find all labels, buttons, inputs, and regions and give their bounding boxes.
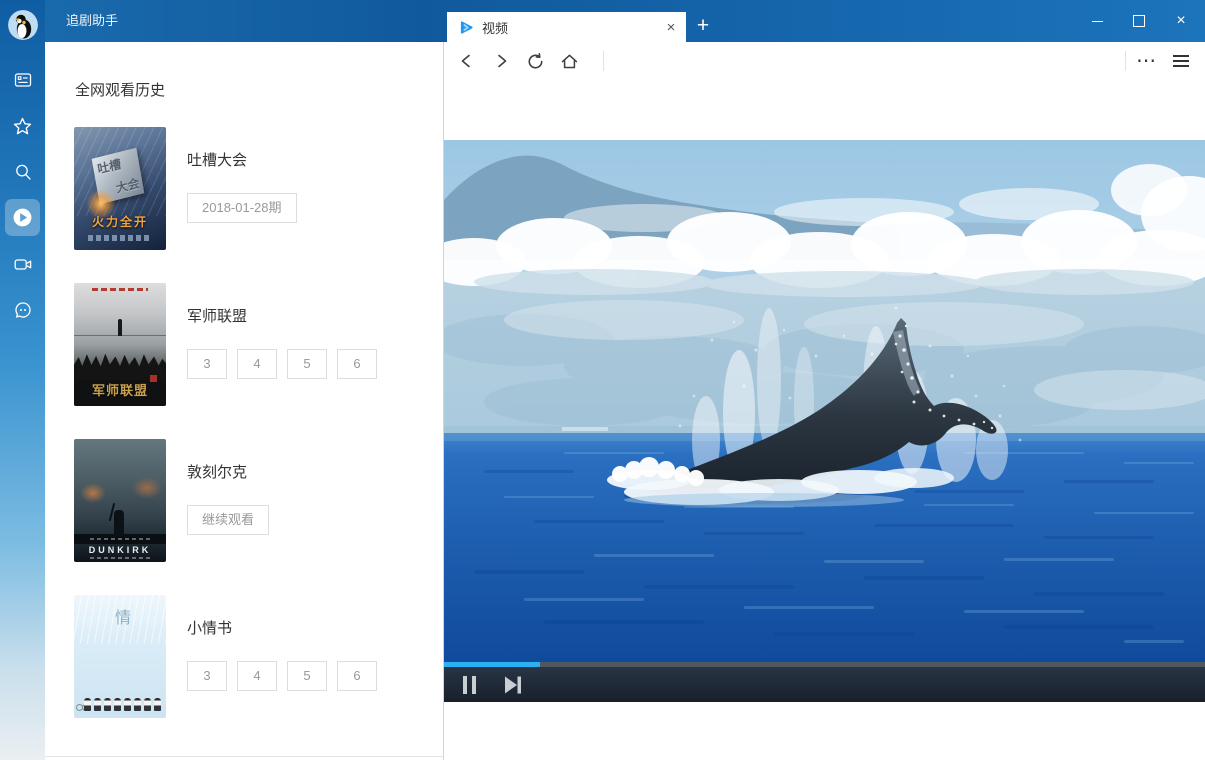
more-icon: ⋯ bbox=[1136, 42, 1156, 80]
episode-button[interactable]: 3 bbox=[187, 661, 227, 691]
play-logo-icon bbox=[459, 20, 474, 35]
sidebar-item-favorites[interactable] bbox=[0, 106, 45, 146]
play-circle-icon bbox=[12, 207, 33, 228]
video-camera-icon bbox=[13, 254, 33, 274]
back-arrow-icon bbox=[458, 52, 476, 70]
episode-button[interactable]: 3 bbox=[187, 349, 227, 379]
minimize-button[interactable] bbox=[1076, 0, 1118, 42]
list-item: 情 小情书 3 4 5 6 bbox=[74, 595, 439, 718]
show-title: 小情书 bbox=[187, 617, 232, 638]
continue-watching-button[interactable]: 继续观看 bbox=[187, 505, 269, 535]
list-item: 吐槽 大会 火力全开 吐槽大会 2018-01-28期 bbox=[74, 127, 439, 250]
tab-close-icon[interactable]: × bbox=[656, 19, 686, 36]
episode-button[interactable]: 6 bbox=[337, 661, 377, 691]
sidebar-item-now-playing[interactable] bbox=[0, 197, 45, 237]
fire-glow-decoration bbox=[80, 483, 106, 503]
sidebar-item-messages[interactable] bbox=[0, 290, 45, 330]
sidebar-item-search[interactable] bbox=[0, 152, 45, 192]
video-player[interactable] bbox=[444, 140, 1205, 702]
home-button[interactable] bbox=[552, 42, 586, 80]
episode-button[interactable]: 6 bbox=[337, 349, 377, 379]
episode-button[interactable]: 2018-01-28期 bbox=[187, 193, 297, 223]
poster-tucao-dahui[interactable]: 吐槽 大会 火力全开 bbox=[74, 127, 166, 250]
cube-text-top: 吐槽 bbox=[96, 155, 122, 178]
poster-junshi-lianmeng[interactable]: 军师联盟 bbox=[74, 283, 166, 406]
episode-button[interactable]: 4 bbox=[237, 349, 277, 379]
browser-page bbox=[444, 80, 1205, 760]
poster-calligraphy-text: 军师联盟 bbox=[74, 380, 166, 399]
forward-arrow-icon bbox=[492, 52, 510, 70]
player-control-bar bbox=[444, 662, 1205, 702]
fire-glow-decoration bbox=[132, 477, 162, 499]
sidebar bbox=[0, 0, 45, 760]
poster-dunkirk[interactable]: DUNKIRK bbox=[74, 439, 166, 562]
browser-window: ⋯ bbox=[443, 42, 1205, 760]
chat-bubble-icon bbox=[13, 300, 33, 320]
poster-subtext-decoration bbox=[88, 235, 152, 241]
avatar[interactable] bbox=[8, 10, 38, 40]
search-icon bbox=[13, 162, 33, 182]
browser-toolbar: ⋯ bbox=[444, 42, 1205, 81]
pause-icon bbox=[463, 676, 467, 694]
poster-logo-text: 情 bbox=[108, 609, 132, 625]
soldier-silhouette bbox=[114, 510, 124, 536]
refresh-button[interactable] bbox=[518, 42, 552, 80]
progress-bar[interactable] bbox=[444, 662, 1205, 667]
poster-title-text: DUNKIRK bbox=[74, 545, 166, 555]
poster-subtext-decoration bbox=[90, 538, 150, 540]
whale-breach-scene bbox=[444, 140, 1205, 662]
forward-button[interactable] bbox=[484, 42, 518, 80]
close-button[interactable]: × bbox=[1160, 0, 1202, 42]
home-icon bbox=[560, 52, 579, 71]
more-button[interactable]: ⋯ bbox=[1129, 42, 1163, 80]
new-tab-button[interactable]: + bbox=[689, 13, 717, 41]
tab-label: 视频 bbox=[482, 18, 656, 37]
list-item: DUNKIRK 敦刻尔克 继续观看 bbox=[74, 439, 439, 562]
sidebar-item-video-source[interactable] bbox=[0, 244, 45, 284]
sidebar-item-watch-list[interactable] bbox=[0, 60, 45, 100]
refresh-icon bbox=[526, 52, 545, 71]
watch-history-panel: 全网观看历史 吐槽 大会 火力全开 吐槽大会 2018-01-28期 军师联盟 bbox=[45, 42, 443, 757]
app-title: 追剧助手 bbox=[66, 0, 118, 42]
pause-button[interactable] bbox=[452, 667, 486, 702]
list-item: 军师联盟 军师联盟 3 4 5 6 bbox=[74, 283, 439, 406]
toolbar-separator bbox=[603, 51, 604, 71]
browser-tab-video[interactable]: 视频 × bbox=[447, 12, 686, 42]
episode-button[interactable]: 5 bbox=[287, 661, 327, 691]
menu-button[interactable] bbox=[1164, 42, 1198, 80]
toolbar-separator bbox=[1125, 51, 1126, 71]
card-list-icon bbox=[13, 70, 33, 90]
episode-button[interactable]: 5 bbox=[287, 349, 327, 379]
hamburger-menu-icon bbox=[1173, 52, 1189, 70]
episode-button[interactable]: 4 bbox=[237, 661, 277, 691]
minimize-icon bbox=[1092, 21, 1103, 22]
show-title: 吐槽大会 bbox=[187, 149, 247, 170]
poster-banner-text: 火力全开 bbox=[74, 213, 166, 230]
panel-heading: 全网观看历史 bbox=[75, 79, 165, 100]
red-seal-decoration bbox=[150, 375, 157, 382]
close-icon: × bbox=[1176, 12, 1185, 30]
poster-xiao-qingshu[interactable]: 情 bbox=[74, 595, 166, 718]
poster-subtext-decoration bbox=[90, 557, 150, 559]
show-title: 军师联盟 bbox=[187, 305, 247, 326]
cube-text-bottom: 大会 bbox=[115, 174, 141, 197]
maximize-button[interactable] bbox=[1118, 0, 1160, 42]
figure-silhouette bbox=[118, 319, 122, 336]
people-row-decoration bbox=[84, 697, 161, 711]
back-button[interactable] bbox=[450, 42, 484, 80]
poster-top-text-decoration bbox=[92, 288, 148, 291]
next-button[interactable] bbox=[496, 667, 530, 702]
maximize-icon bbox=[1133, 15, 1145, 27]
next-icon bbox=[504, 676, 522, 694]
titlebar: 追剧助手 视频 × + × bbox=[0, 0, 1205, 42]
show-title: 敦刻尔克 bbox=[187, 461, 247, 482]
star-icon bbox=[12, 116, 33, 137]
